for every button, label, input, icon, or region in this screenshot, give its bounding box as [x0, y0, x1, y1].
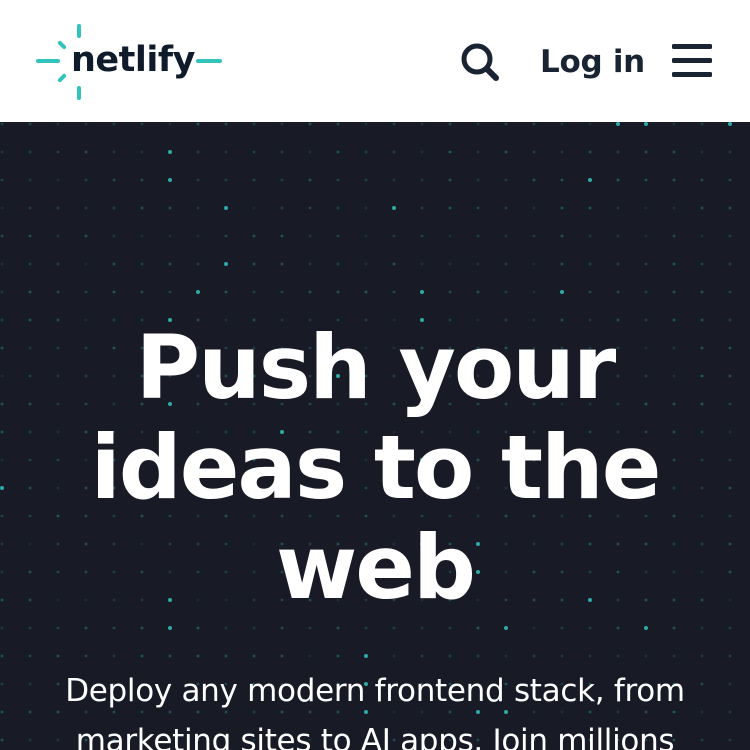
login-link[interactable]: Log in [540, 38, 645, 86]
hamburger-menu-icon [672, 44, 712, 77]
hero-title-line: web [276, 516, 476, 619]
hero-subtitle: Deploy any modern frontend stack, from m… [0, 666, 750, 750]
search-icon [461, 43, 499, 81]
netlify-logo[interactable]: netlify [36, 24, 222, 100]
hero-title-line: ideas to the [90, 416, 662, 519]
hero-subtitle-line: marketing sites to AI apps. Join million… [75, 723, 675, 750]
logo-wordmark: netlify [71, 40, 195, 80]
hero-subtitle-line: Deploy any modern frontend stack, from [65, 673, 685, 709]
search-button[interactable] [456, 38, 504, 86]
hero-section: Push your ideas to the web Deploy any mo… [0, 122, 750, 750]
menu-button[interactable] [670, 40, 714, 80]
hero-title-line: Push your [135, 316, 617, 419]
hero-title: Push your ideas to the web [0, 318, 750, 618]
site-header: netlify Log in [0, 0, 750, 122]
